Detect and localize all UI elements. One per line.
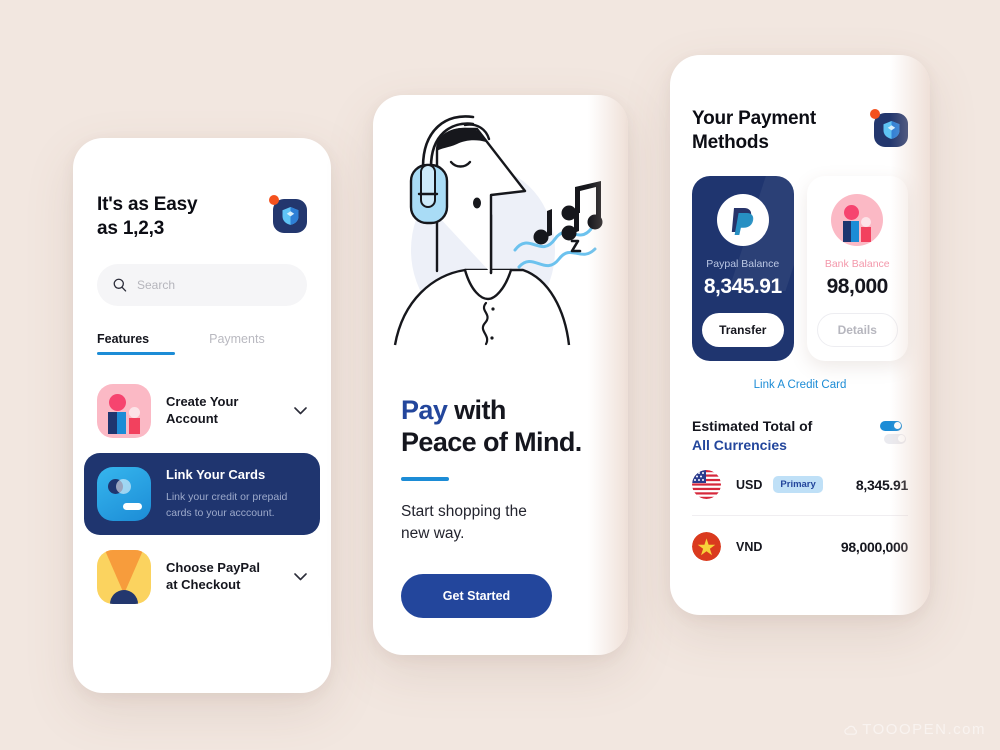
balance-card-paypal[interactable]: Paypal Balance 8,345.91 Transfer: [692, 175, 794, 361]
item-title-line-1: Create Your: [166, 393, 239, 409]
phone-screen-payment-methods: Your Payment Methods Paypal Balance 8,34…: [670, 55, 930, 615]
canvas: It's as Easy as 1,2,3 Search Features Pa…: [0, 0, 1000, 750]
tab-bar: Features Payments: [97, 332, 307, 355]
estimated-title-line-2: All Currencies: [692, 436, 787, 453]
onboarding-copy: Pay with Peace of Mind. Start shopping t…: [373, 395, 628, 618]
search-icon: [113, 278, 127, 292]
item-title-line-1: Choose PayPal: [166, 560, 260, 576]
currency-code: USD: [736, 477, 763, 492]
page-title: It's as Easy as 1,2,3: [97, 193, 198, 242]
balance-cards: Paypal Balance 8,345.91 Transfer Bank Ba…: [692, 175, 908, 361]
item-subtitle-line-2: cards to your acccount.: [166, 506, 275, 519]
list-item-create-account[interactable]: Create Your Account: [97, 375, 307, 447]
phone-screen-features: It's as Easy as 1,2,3 Search Features Pa…: [73, 138, 331, 693]
balance-amount: 8,345.91: [703, 274, 782, 298]
item-subtitle: Link your credit or prepaid cards to you…: [166, 489, 307, 522]
man-with-headphones-listening-to-music-illustration: [373, 95, 628, 395]
search-placeholder: Search: [137, 277, 176, 292]
item-title: Link Your Cards: [166, 466, 266, 482]
status-badge: Primary: [773, 476, 823, 494]
balance-label: Bank Balance: [824, 257, 890, 270]
get-started-button[interactable]: Get Started: [401, 573, 552, 618]
page-title-line-2: Methods: [692, 132, 769, 154]
currency-amount: 8,345.91: [855, 476, 908, 493]
paypal-logo-icon: [716, 193, 769, 246]
currency-amount: 98,000,000: [840, 538, 908, 555]
phone-screen-onboarding: Pay with Peace of Mind. Start shopping t…: [373, 95, 628, 655]
balance-amount: 98,000: [826, 274, 889, 298]
headline-rest: with: [447, 395, 506, 425]
transfer-button[interactable]: Transfer: [702, 312, 784, 347]
subheadline-line-2: new way.: [401, 525, 465, 543]
notification-dot-icon: [269, 195, 279, 205]
vietnam-flag-icon: [692, 532, 721, 562]
list-item-text: Choose PayPal at Checkout: [166, 560, 279, 594]
chevron-down-icon[interactable]: [294, 402, 307, 420]
list-item-text: Create Your Account: [166, 394, 279, 428]
currency-code: VND: [736, 539, 763, 554]
search-input[interactable]: Search: [97, 263, 307, 306]
link-credit-card-link[interactable]: Link A Credit Card: [692, 379, 908, 391]
us-flag-icon: [692, 470, 721, 500]
currency-list: USD Primary 8,345.91 VND 98,000,000: [692, 454, 908, 577]
toggle-switch-off[interactable]: [884, 433, 906, 444]
table-row-vnd[interactable]: VND 98,000,000: [692, 515, 908, 577]
chevron-down-icon[interactable]: [294, 568, 307, 586]
watermark-text: TOOOPEN.com: [862, 721, 986, 738]
accent-rule: [401, 476, 449, 481]
page-title-line-1: Your Payment: [692, 108, 816, 129]
list-item-choose-paypal[interactable]: Choose PayPal at Checkout: [97, 541, 307, 613]
people-avatar-icon: [831, 193, 884, 246]
page-title: Your Payment Methods: [692, 107, 816, 156]
tab-payments[interactable]: Payments: [209, 332, 265, 355]
item-title-line-2: at Checkout: [166, 577, 241, 593]
item-subtitle-line-1: Link your credit or prepaid: [166, 490, 288, 503]
details-button[interactable]: Details: [816, 312, 898, 347]
watermark: TOOOPEN.com: [843, 721, 986, 738]
headline-line-2: Peace of Mind.: [401, 426, 582, 457]
estimated-title-line-1: Estimated Total of: [692, 417, 813, 434]
logo-square: [874, 113, 908, 147]
shield-logo-icon[interactable]: [269, 195, 307, 233]
balance-card-bank[interactable]: Bank Balance 98,000 Details: [806, 175, 908, 361]
page-title-line-2: as 1,2,3: [97, 218, 165, 240]
shield-logo-icon[interactable]: [870, 109, 908, 147]
list-item-link-cards[interactable]: Link Your Cards Link your credit or prep…: [84, 452, 320, 536]
paypal-cone-icon: [97, 550, 151, 605]
headline-accent: Pay: [401, 395, 448, 425]
subheadline-line-1: Start shopping the: [401, 502, 527, 520]
features-header: It's as Easy as 1,2,3: [97, 193, 307, 242]
watermark-icon: [844, 725, 858, 735]
estimated-total-title: Estimated Total of All Currencies: [692, 417, 812, 455]
toggle-switch-on[interactable]: [880, 420, 902, 431]
page-title-line-1: It's as Easy: [97, 194, 198, 215]
payment-header: Your Payment Methods: [692, 107, 908, 156]
list-item-text: Link Your Cards Link your credit or prep…: [166, 467, 307, 521]
logo-square: [273, 199, 307, 233]
estimated-total-header: Estimated Total of All Currencies: [692, 417, 908, 455]
tab-features[interactable]: Features: [97, 332, 176, 355]
balance-label: Paypal Balance: [706, 257, 780, 270]
feature-list: Create Your Account Link Your Cards Link…: [84, 375, 320, 613]
credit-card-icon: [97, 466, 151, 521]
people-avatar-icon: [97, 383, 151, 438]
subheadline: Start shopping the new way.: [401, 501, 600, 546]
table-row-usd[interactable]: USD Primary 8,345.91: [692, 454, 908, 515]
item-title-line-2: Account: [166, 410, 218, 426]
notification-dot-icon: [870, 109, 880, 119]
currency-toggles: [880, 420, 908, 447]
headline: Pay with Peace of Mind.: [401, 395, 600, 459]
